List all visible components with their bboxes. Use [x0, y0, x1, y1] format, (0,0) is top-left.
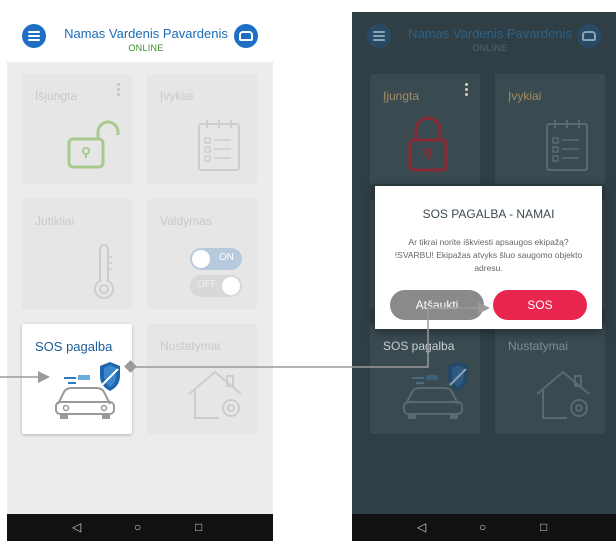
thermometer-icon	[94, 244, 114, 300]
tile-armed: Įjungta	[370, 74, 480, 184]
tile-label: Išjungta	[35, 89, 78, 103]
tile-events: Įvykiai	[495, 74, 605, 184]
cancel-button[interactable]: Atšaukti	[390, 290, 484, 320]
back-icon[interactable]: ◁	[417, 521, 426, 533]
tile-label: SOS pagalba	[35, 339, 113, 354]
recent-apps-icon[interactable]: □	[195, 521, 202, 533]
user-name: Namas Vardenis Pavardenis	[64, 26, 228, 41]
house-gear-icon	[188, 370, 242, 419]
android-nav-bar: ◁ ○ □	[7, 514, 273, 541]
dialog-title: SOS PAGALBA - NAMAI	[422, 207, 555, 221]
tile-label: Valdymas	[160, 214, 212, 228]
app-header: Namas Vardenis Pavardenis ONLINE	[352, 12, 616, 62]
tile-label: Įvykiai	[508, 89, 542, 103]
more-options-icon	[465, 83, 468, 98]
tile-label: Jutikliai	[35, 214, 75, 228]
car-button[interactable]	[234, 24, 258, 48]
tile-control[interactable]: Valdymas ON OFF	[147, 199, 257, 309]
tile-label: SOS pagalba	[383, 339, 455, 353]
tutorial-composite: Namas Vardenis Pavardenis ONLINE Išjungt…	[0, 0, 616, 541]
tile-sos[interactable]: SOS pagalba	[22, 324, 132, 434]
left-phone-screen: Namas Vardenis Pavardenis ONLINE Išjungt…	[7, 12, 273, 541]
unlocked-padlock-icon	[67, 120, 120, 169]
back-icon[interactable]: ◁	[72, 521, 81, 533]
event-list-icon	[546, 120, 588, 171]
more-options-icon[interactable]	[117, 83, 120, 98]
tile-sos: SOS pagalba	[370, 324, 480, 434]
tile-label: Nustatymai	[508, 339, 569, 353]
tile-sensors[interactable]: Jutikliai	[22, 199, 132, 309]
car-button[interactable]	[577, 24, 601, 48]
locked-padlock-icon	[408, 116, 448, 172]
tile-label: Įvykiai	[160, 89, 194, 103]
connection-status: ONLINE	[128, 43, 164, 53]
house-gear-icon	[536, 370, 590, 419]
home-icon[interactable]: ○	[479, 521, 486, 533]
app-header: Namas Vardenis Pavardenis ONLINE	[7, 12, 273, 62]
connection-status: ONLINE	[472, 43, 508, 53]
toggle-off-label: OFF	[197, 279, 217, 290]
tile-settings: Nustatymai	[495, 324, 605, 434]
tile-events[interactable]: Įvykiai	[147, 74, 257, 184]
sos-confirm-dialog: SOS PAGALBA - NAMAI Ar tikrai norite išk…	[375, 186, 602, 329]
toggle-on-label: ON	[219, 252, 234, 263]
car-icon	[582, 31, 596, 41]
toggle-off-switch[interactable]: OFF	[190, 275, 242, 297]
tile-settings[interactable]: Nustatymai	[147, 324, 257, 434]
home-icon[interactable]: ○	[134, 521, 141, 533]
car-icon	[239, 31, 253, 41]
toggle-on-switch[interactable]: ON	[190, 248, 242, 270]
tile-disarmed[interactable]: Išjungta	[22, 74, 132, 184]
event-list-icon	[198, 120, 240, 171]
tile-label: Nustatymai	[160, 339, 221, 353]
recent-apps-icon[interactable]: □	[540, 521, 547, 533]
sos-button[interactable]: SOS	[493, 290, 587, 320]
dialog-message: Ar tikrai norite iškviesti apsaugos ekip…	[394, 237, 583, 273]
android-nav-bar: ◁ ○ □	[352, 514, 616, 541]
right-phone-screen: Namas Vardenis Pavardenis ONLINE Įjungta…	[352, 12, 616, 541]
patrol-car-shield-icon	[55, 362, 120, 419]
tile-label: Įjungta	[383, 89, 420, 103]
patrol-car-shield-icon	[403, 362, 468, 419]
